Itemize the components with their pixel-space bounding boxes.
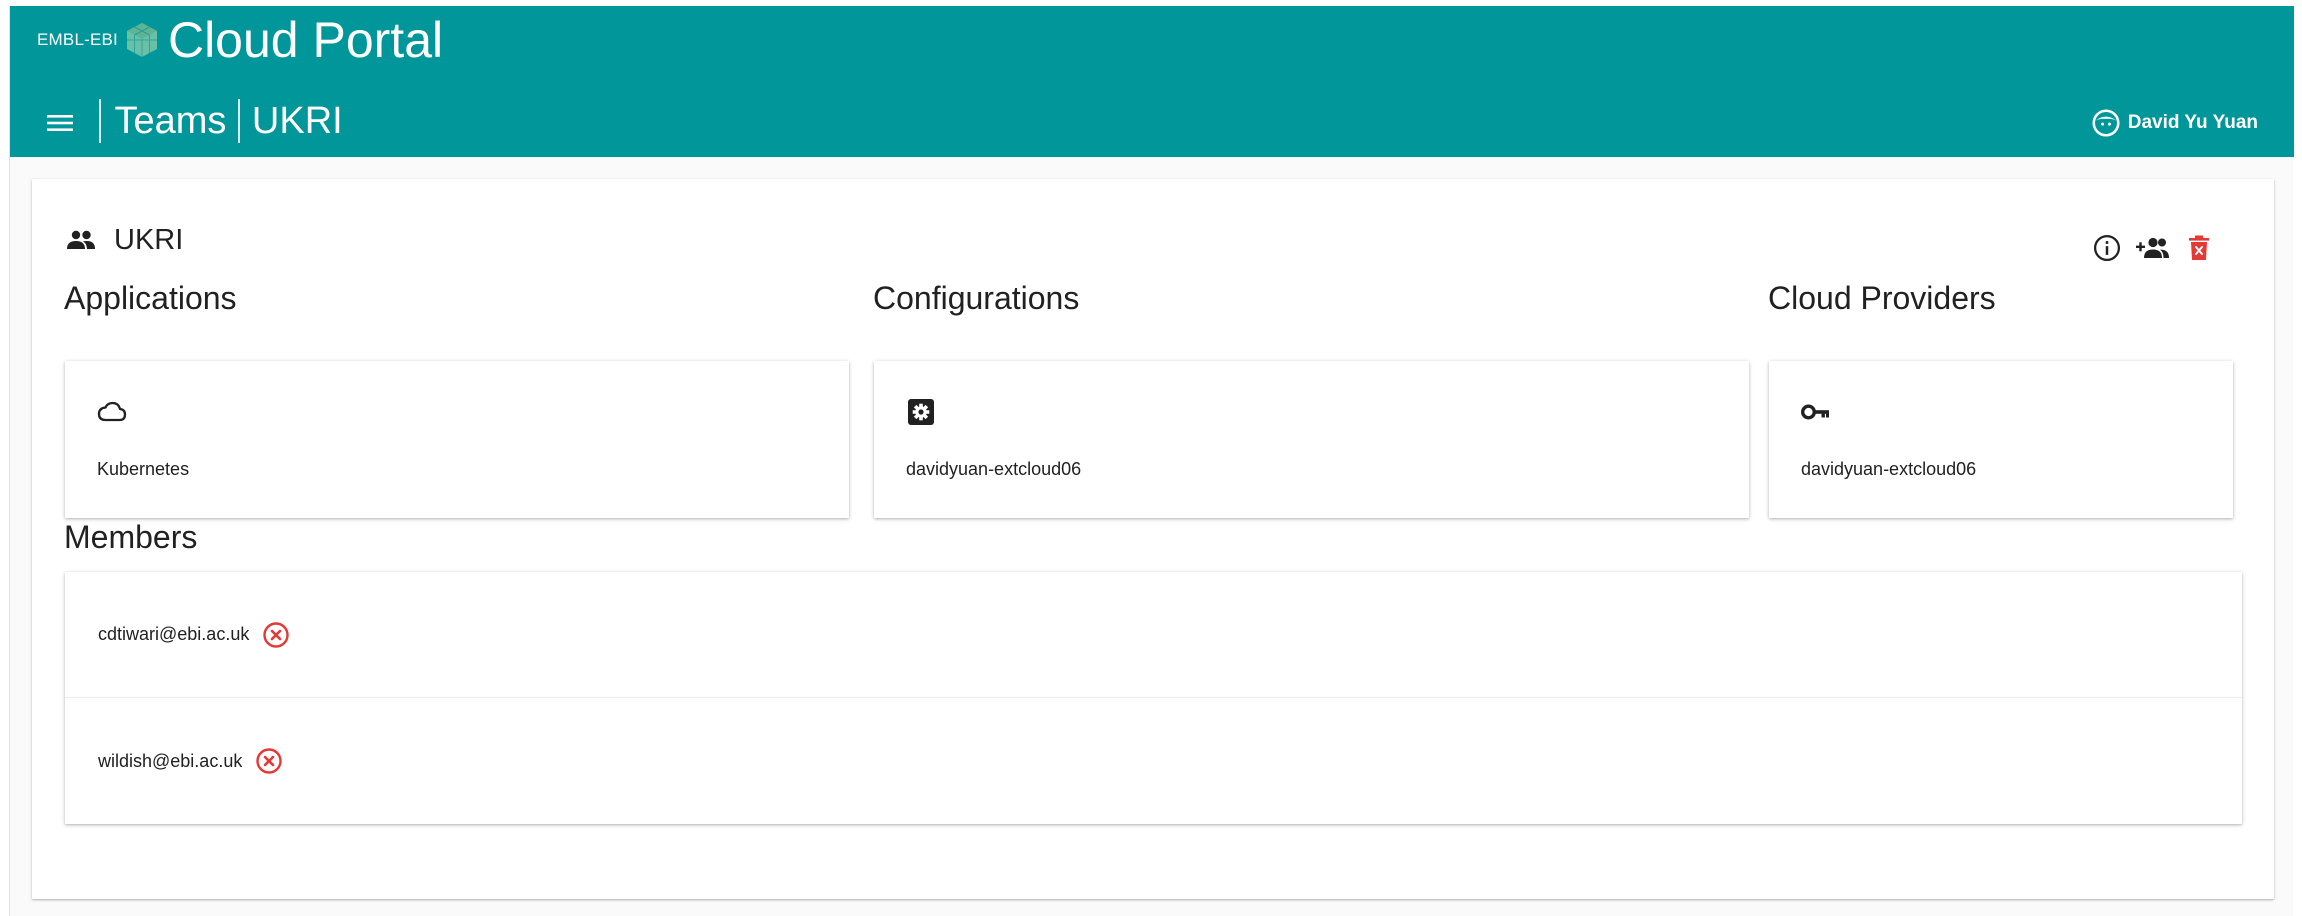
member-email: wildish@ebi.ac.uk	[98, 750, 243, 771]
breadcrumb-current-team[interactable]: UKRI	[252, 100, 343, 143]
group-icon	[67, 230, 95, 249]
cloud-providers-heading: Cloud Providers	[1768, 280, 1996, 316]
settings-icon	[908, 399, 934, 425]
nav-row: Teams UKRI David Yu Yuan	[10, 95, 2294, 151]
applications-heading: Applications	[64, 280, 237, 316]
user-menu[interactable]: David Yu Yuan	[2092, 108, 2258, 138]
add-member-button[interactable]	[2136, 231, 2170, 265]
hamburger-menu-icon	[47, 115, 73, 131]
user-face-icon	[2092, 109, 2120, 137]
configuration-tile[interactable]: davidyuan-extcloud06	[874, 361, 1749, 518]
info-icon	[2094, 235, 2120, 261]
breadcrumb: Teams UKRI	[99, 95, 343, 147]
cloud-provider-tile[interactable]: davidyuan-extcloud06	[1769, 361, 2233, 518]
embl-ebi-logo-text: EMBL-EBI	[37, 30, 118, 49]
configuration-name: davidyuan-extcloud06	[906, 459, 1082, 479]
top-app-bar: EMBL-EBI Cloud Portal Teams UKRI David Y…	[10, 6, 2294, 157]
embl-ebi-logo-icon	[126, 23, 157, 57]
application-tile-kubernetes[interactable]: Kubernetes	[65, 361, 849, 518]
delete-team-button[interactable]	[2182, 231, 2216, 265]
members-list: cdtiwari@ebi.ac.uk wildish@ebi.ac.uk	[65, 572, 2242, 824]
delete-icon	[2189, 235, 2209, 260]
team-card: UKRI Applications Configurations Cloud P…	[32, 179, 2274, 899]
cloud-provider-name: davidyuan-extcloud06	[1801, 459, 1977, 479]
remove-circle-icon	[256, 748, 283, 774]
key-icon	[1801, 404, 1829, 420]
team-info-button[interactable]	[2090, 231, 2124, 265]
brand[interactable]: EMBL-EBI Cloud Portal	[37, 12, 443, 68]
team-heading: UKRI	[66, 223, 183, 257]
menu-button[interactable]	[45, 109, 75, 137]
app-title: Cloud Portal	[167, 12, 444, 68]
member-email: cdtiwari@ebi.ac.uk	[98, 624, 250, 644]
application-name: Kubernetes	[97, 459, 190, 479]
team-actions	[2078, 231, 2216, 265]
remove-circle-icon	[263, 621, 290, 648]
remove-member-button[interactable]	[261, 620, 291, 650]
members-heading: Members	[64, 519, 198, 555]
breadcrumb-teams[interactable]: Teams	[115, 100, 227, 143]
configurations-heading: Configurations	[873, 280, 1080, 316]
team-name: UKRI	[114, 223, 184, 256]
app-frame: EMBL-EBI Cloud Portal Teams UKRI David Y…	[9, 6, 2294, 916]
member-row: cdtiwari@ebi.ac.uk	[65, 572, 2242, 697]
remove-member-button[interactable]	[254, 746, 284, 776]
breadcrumb-divider	[99, 99, 101, 143]
breadcrumb-divider	[238, 99, 240, 143]
user-name: David Yu Yuan	[2127, 112, 2258, 133]
member-row: wildish@ebi.ac.uk	[65, 697, 2242, 824]
cloud-icon	[97, 401, 127, 422]
add-member-icon	[2136, 237, 2169, 258]
